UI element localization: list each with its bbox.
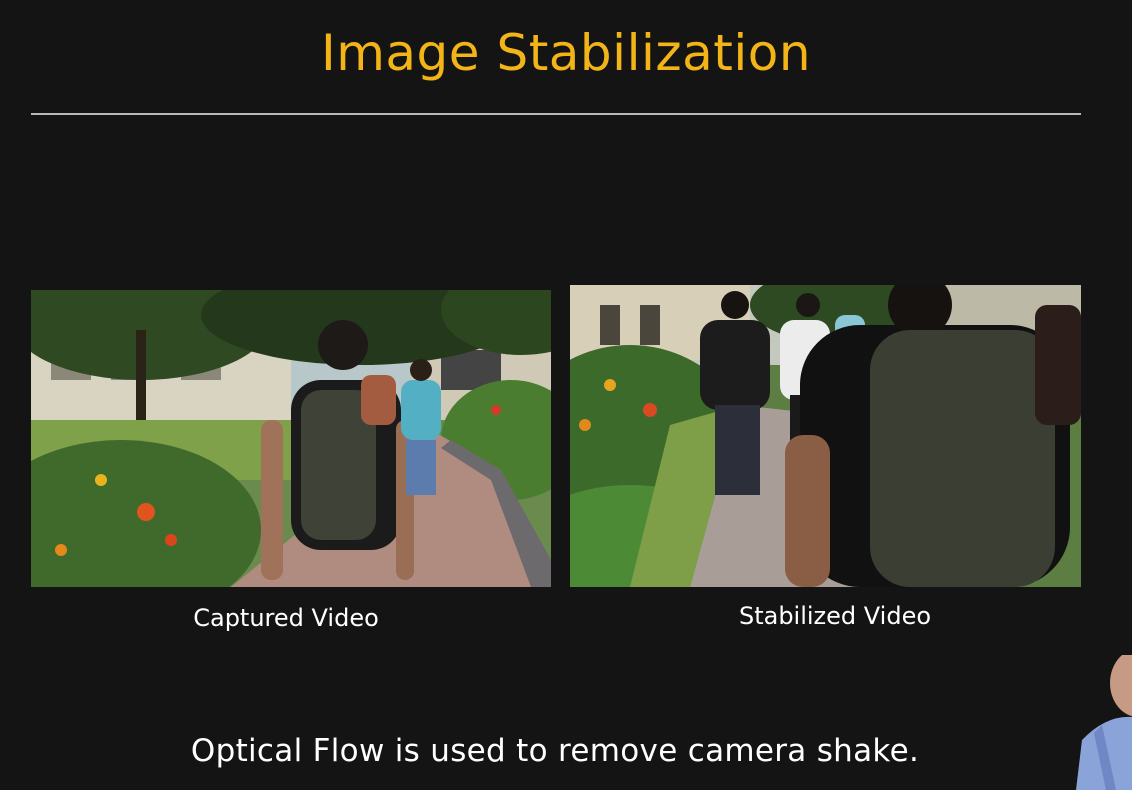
stabilized-video-image [570,285,1081,587]
stabilized-video-frame [570,285,1081,587]
presenter-thumbnail [1076,655,1132,790]
slide-footer-text: Optical Flow is used to remove camera sh… [190,733,920,769]
captured-video-frame [31,290,551,587]
slide-title: Image Stabilization [320,24,812,82]
captured-video-image [31,290,551,587]
captured-video-caption: Captured Video [193,604,379,632]
presenter-image [1076,655,1132,790]
title-divider [31,113,1081,115]
stabilized-video-caption: Stabilized Video [738,602,932,630]
